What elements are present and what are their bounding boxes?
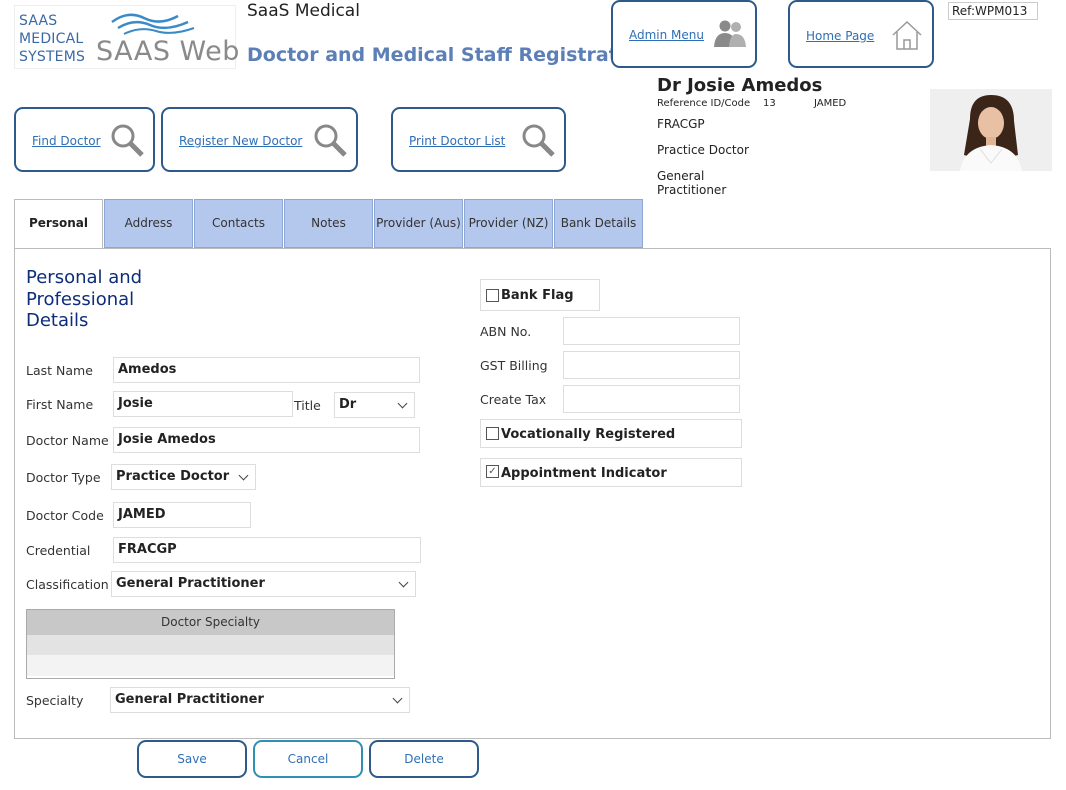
cancel-button[interactable]: Cancel: [253, 740, 363, 778]
credential-label: Credential: [26, 543, 91, 558]
bank-flag-checkbox[interactable]: [486, 289, 499, 302]
find-doctor-button[interactable]: Find Doctor: [14, 107, 155, 172]
doctor-code-field[interactable]: JAMED: [113, 502, 251, 528]
admin-menu-button[interactable]: Admin Menu: [611, 0, 757, 68]
doctor-name-field[interactable]: Josie Amedos: [113, 427, 420, 453]
doctor-code-label: Doctor Code: [26, 508, 104, 523]
summary-classification-2: Practitioner: [657, 183, 727, 197]
summary-credential: FRACGP: [657, 117, 705, 131]
credential-field[interactable]: FRACGP: [113, 537, 421, 563]
appointment-checkbox-group[interactable]: ✓ Appointment Indicator: [480, 458, 742, 487]
home-page-label: Home Page: [806, 29, 875, 43]
search-icon: [522, 124, 555, 157]
delete-button[interactable]: Delete: [369, 740, 479, 778]
logo-text: SAAS MEDICAL SYSTEMS: [19, 12, 85, 66]
register-new-doctor-label: Register New Doctor: [179, 134, 303, 148]
find-doctor-label: Find Doctor: [32, 134, 101, 148]
section-title-line-1: Personal and: [26, 267, 143, 288]
gst-billing-label: GST Billing: [480, 358, 548, 373]
vocational-checkbox[interactable]: [486, 427, 499, 440]
table-row[interactable]: [27, 655, 394, 676]
reference-id: 13: [763, 98, 776, 109]
tab-contacts[interactable]: Contacts: [194, 199, 283, 248]
reference-code: JAMED: [814, 98, 847, 109]
logo-product: SAAS Web: [96, 36, 240, 67]
bank-flag-checkbox-group[interactable]: Bank Flag: [480, 279, 600, 311]
page-title: Doctor and Medical Staff Registration: [247, 44, 651, 66]
search-icon: [314, 124, 347, 157]
vocational-checkbox-group[interactable]: Vocationally Registered: [480, 419, 742, 448]
title-label: Title: [294, 398, 321, 413]
logo-line-3: SYSTEMS: [19, 49, 86, 65]
doctor-name-label: Doctor Name: [26, 433, 109, 448]
doctor-photo: [930, 89, 1052, 171]
first-name-label: First Name: [26, 397, 94, 412]
print-doctor-list-label: Print Doctor List: [409, 134, 506, 148]
app-name: SaaS Medical: [247, 1, 360, 21]
create-tax-label: Create Tax: [480, 392, 547, 407]
logo-line-2: MEDICAL: [19, 31, 84, 47]
tab-personal[interactable]: Personal: [14, 199, 103, 249]
print-doctor-list-button[interactable]: Print Doctor List: [391, 107, 566, 172]
summary-doctor-type: Practice Doctor: [657, 143, 749, 157]
doctor-specialty-header: Doctor Specialty: [27, 610, 394, 635]
appointment-checkbox[interactable]: ✓: [486, 465, 499, 478]
home-page-button[interactable]: Home Page: [788, 0, 934, 68]
first-name-field[interactable]: Josie: [113, 391, 293, 417]
logo-waves-icon: [111, 13, 195, 35]
house-icon: [892, 20, 922, 50]
reference-label: Reference ID/Code: [657, 98, 751, 109]
doctor-specialty-grid[interactable]: Doctor Specialty: [26, 609, 395, 679]
admin-menu-label: Admin Menu: [629, 28, 705, 42]
doctor-type-label: Doctor Type: [26, 470, 101, 485]
vocational-label: Vocationally Registered: [501, 427, 676, 442]
tab-notes[interactable]: Notes: [284, 199, 373, 248]
save-button[interactable]: Save: [137, 740, 247, 778]
ref-code: Ref:WPM013: [948, 2, 1038, 20]
section-title-line-2: Professional: [26, 288, 135, 310]
title-select[interactable]: Dr: [334, 392, 415, 418]
doctor-type-select[interactable]: Practice Doctor: [111, 464, 256, 490]
section-title-line-3: Details: [26, 310, 89, 331]
tab-provider-nz[interactable]: Provider (NZ): [464, 199, 553, 248]
logo-line-1: SAAS: [19, 13, 58, 29]
last-name-label: Last Name: [26, 363, 93, 378]
abn-field[interactable]: [563, 317, 740, 345]
specialty-label: Specialty: [26, 693, 84, 708]
section-title: Personal and Professional Details: [26, 267, 142, 332]
register-new-doctor-button[interactable]: Register New Doctor: [161, 107, 358, 172]
search-icon: [111, 124, 144, 157]
create-tax-field[interactable]: [563, 385, 740, 413]
people-icon: [714, 20, 746, 47]
tab-bank-details[interactable]: Bank Details: [554, 199, 643, 248]
last-name-field[interactable]: Amedos: [113, 357, 420, 383]
specialty-select[interactable]: General Practitioner: [110, 687, 410, 713]
classification-label: Classification: [26, 577, 109, 592]
classification-select[interactable]: General Practitioner: [111, 571, 416, 597]
summary-classification-1: General: [657, 169, 705, 183]
tab-provider-aus[interactable]: Provider (Aus): [374, 199, 463, 248]
appointment-label: Appointment Indicator: [501, 466, 667, 481]
bank-flag-label: Bank Flag: [501, 288, 574, 303]
doctor-name-heading: Dr Josie Amedos: [657, 75, 823, 96]
table-row[interactable]: [27, 635, 394, 655]
gst-billing-field[interactable]: [563, 351, 740, 379]
tab-address[interactable]: Address: [104, 199, 193, 248]
abn-label: ABN No.: [480, 324, 532, 339]
